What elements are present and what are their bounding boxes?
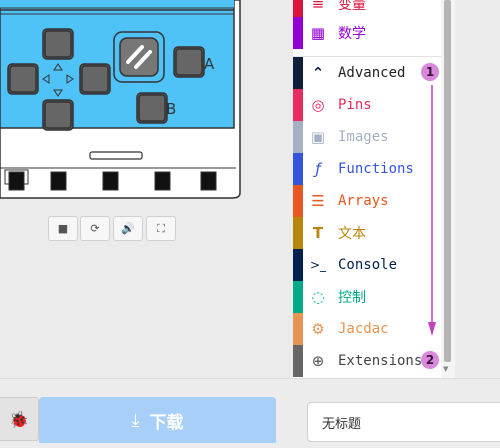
download-label: 下载 xyxy=(149,412,184,433)
download-button[interactable]: ⤓ 下载 xyxy=(39,397,276,443)
debug-button[interactable]: 🐞 xyxy=(0,397,39,441)
annotation-arrow xyxy=(428,85,436,336)
project-name-input[interactable] xyxy=(307,402,500,442)
annotation-marker-2: 2 xyxy=(421,351,439,369)
bug-icon: 🐞 xyxy=(9,409,29,429)
annotation-marker-1: 1 xyxy=(421,63,439,81)
download-icon: ⤓ xyxy=(131,409,140,431)
